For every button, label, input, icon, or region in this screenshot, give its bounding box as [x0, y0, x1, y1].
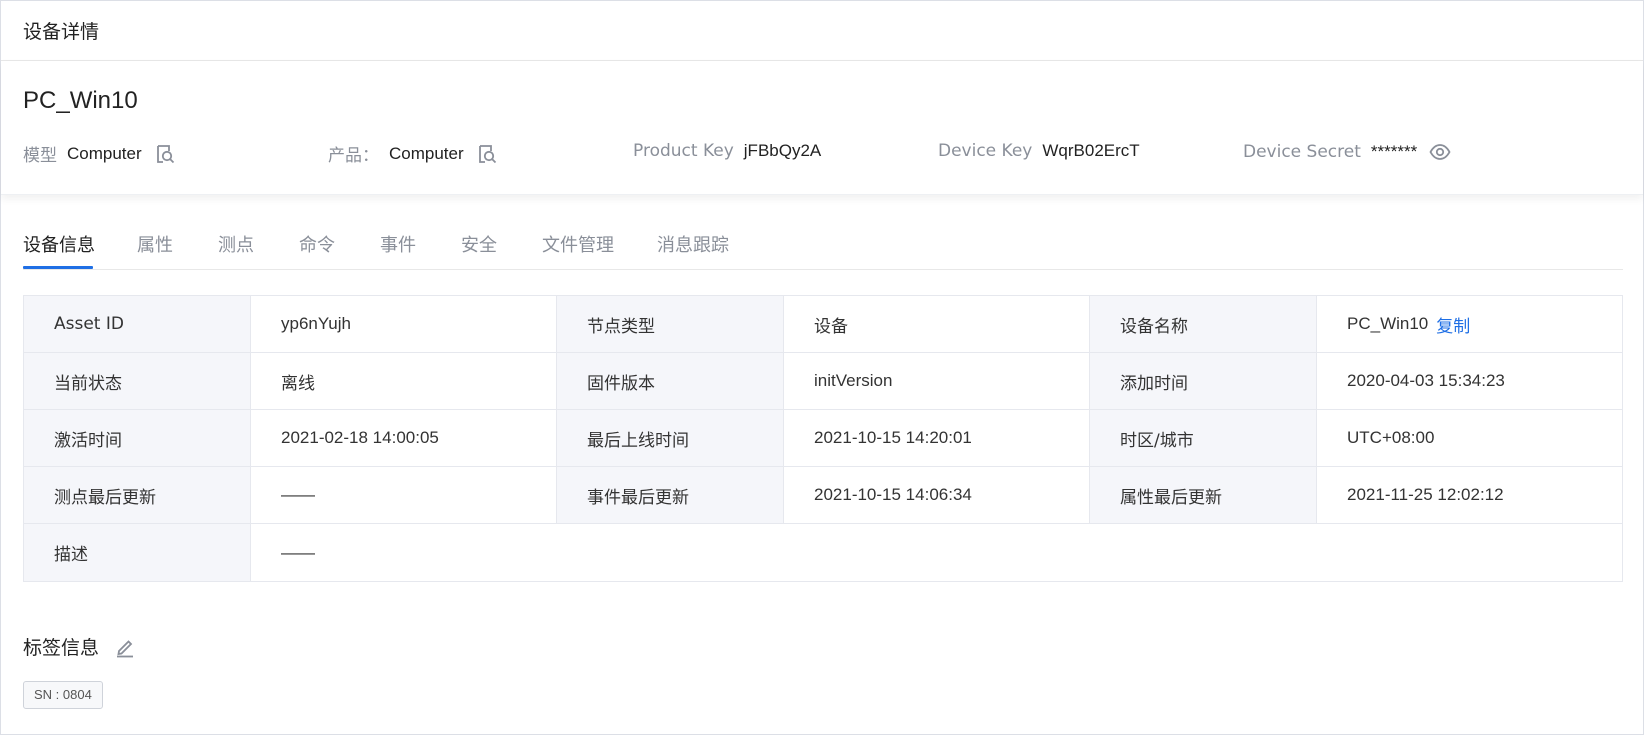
tab-commands[interactable]: 命令: [299, 231, 335, 269]
device-name-heading: PC_Win10: [23, 87, 138, 114]
detail-tabs: 设备信息 属性 测点 命令 事件 安全 文件管理 消息跟踪: [23, 223, 1623, 270]
device-name-label: 设备名称: [1090, 296, 1317, 352]
table-row: 当前状态 离线 固件版本 initVersion 添加时间 2020-04-03…: [24, 353, 1622, 410]
asset-id-value: yp6nYujh: [251, 296, 557, 352]
table-row: 测点最后更新 —— 事件最后更新 2021-10-15 14:06:34 属性最…: [24, 467, 1622, 524]
device-overview-card: PC_Win10 模型 Computer 产品： Computer Produc…: [1, 61, 1643, 195]
edit-icon[interactable]: [113, 635, 137, 659]
node-type-value: 设备: [784, 296, 1090, 352]
timezone-label: 时区/城市: [1090, 410, 1317, 466]
active-tab-indicator: [23, 266, 93, 269]
meta-product-key: Product Key jFBbQy2A: [633, 141, 821, 161]
tab-events[interactable]: 事件: [380, 231, 416, 269]
meta-product: 产品： Computer: [328, 141, 498, 166]
tab-security[interactable]: 安全: [461, 231, 497, 269]
added-time-label: 添加时间: [1090, 353, 1317, 409]
description-label: 描述: [24, 524, 251, 581]
asset-id-label: Asset ID: [24, 296, 251, 352]
meta-device-secret-label: Device Secret: [1243, 142, 1361, 162]
status-label: 当前状态: [24, 353, 251, 409]
event-update-value: 2021-10-15 14:06:34: [784, 467, 1090, 523]
meta-device-key-value: WqrB02ErcT: [1042, 141, 1140, 160]
tab-attributes[interactable]: 属性: [137, 231, 173, 269]
meta-product-key-value: jFBbQy2A: [743, 141, 822, 160]
device-name-value: PC_Win10: [1347, 314, 1429, 333]
tag-chip: SN : 0804: [23, 681, 103, 709]
last-online-label: 最后上线时间: [557, 410, 784, 466]
measure-update-label: 测点最后更新: [24, 467, 251, 523]
table-row: 描述 ——: [24, 524, 1622, 581]
copy-device-name-link[interactable]: 复制: [1436, 312, 1470, 337]
search-doc-icon[interactable]: [476, 143, 498, 165]
meta-device-secret-value: *******: [1370, 142, 1418, 161]
device-detail-page: 设备详情 PC_Win10 模型 Computer 产品： Computer P…: [0, 0, 1644, 735]
meta-model: 模型 Computer: [23, 141, 176, 166]
meta-model-label: 模型: [23, 146, 57, 166]
event-update-label: 事件最后更新: [557, 467, 784, 523]
timezone-value: UTC+08:00: [1317, 410, 1622, 466]
page-header: 设备详情: [1, 1, 1643, 61]
device-info-table: Asset ID yp6nYujh 节点类型 设备 设备名称 PC_Win10 …: [23, 295, 1623, 582]
node-type-label: 节点类型: [557, 296, 784, 352]
status-value: 离线: [251, 353, 557, 409]
attr-update-value: 2021-11-25 12:02:12: [1317, 467, 1622, 523]
meta-model-value: Computer: [67, 143, 142, 163]
tab-measure-points[interactable]: 测点: [218, 231, 254, 269]
meta-device-secret: Device Secret *******: [1243, 141, 1451, 163]
tag-section-header: 标签信息: [23, 633, 137, 660]
attr-update-label: 属性最后更新: [1090, 467, 1317, 523]
search-doc-icon[interactable]: [154, 143, 176, 165]
tab-file-management[interactable]: 文件管理: [542, 231, 614, 269]
activated-time-label: 激活时间: [24, 410, 251, 466]
firmware-label: 固件版本: [557, 353, 784, 409]
page-title: 设备详情: [23, 21, 100, 43]
tab-message-tracking[interactable]: 消息跟踪: [657, 231, 729, 269]
meta-product-label: 产品：: [328, 146, 379, 166]
last-online-value: 2021-10-15 14:20:01: [784, 410, 1090, 466]
table-row: Asset ID yp6nYujh 节点类型 设备 设备名称 PC_Win10 …: [24, 296, 1622, 353]
meta-device-key: Device Key WqrB02ErcT: [938, 141, 1140, 161]
tag-section-title: 标签信息: [23, 637, 100, 659]
activated-time-value: 2021-02-18 14:00:05: [251, 410, 557, 466]
meta-product-value: Computer: [389, 143, 464, 163]
tab-device-info[interactable]: 设备信息: [23, 231, 95, 269]
description-value: ——: [251, 524, 1622, 581]
measure-update-value: ——: [251, 467, 557, 523]
added-time-value: 2020-04-03 15:34:23: [1317, 353, 1622, 409]
device-name-cell: PC_Win10 复制: [1317, 296, 1622, 352]
meta-device-key-label: Device Key: [938, 141, 1033, 161]
meta-product-key-label: Product Key: [633, 141, 734, 161]
eye-icon[interactable]: [1429, 141, 1451, 163]
table-row: 激活时间 2021-02-18 14:00:05 最后上线时间 2021-10-…: [24, 410, 1622, 467]
firmware-value: initVersion: [784, 353, 1090, 409]
